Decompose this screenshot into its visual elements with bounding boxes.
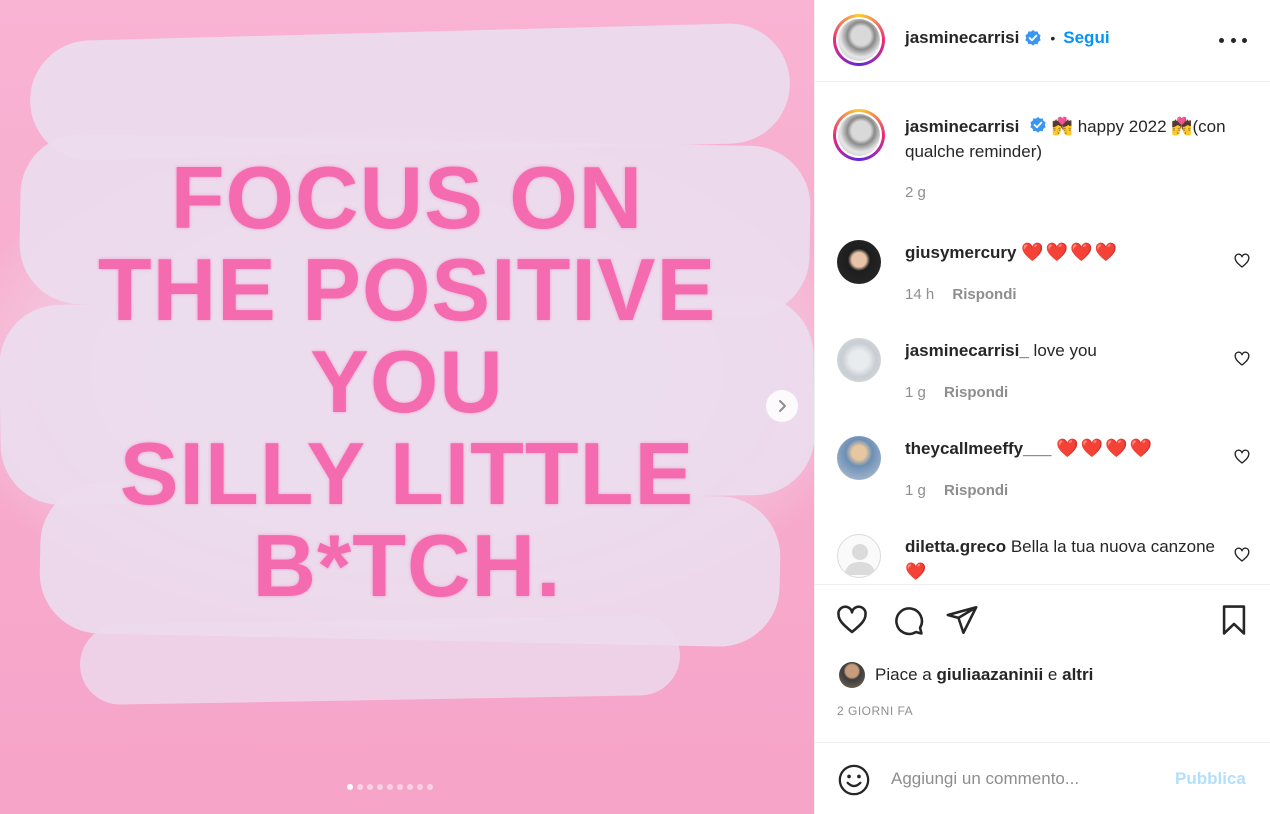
more-options-icon[interactable] (1219, 28, 1247, 52)
verified-badge-icon (1030, 117, 1046, 133)
header-user: jasminecarrisi • Segui (905, 28, 1110, 48)
comment-username[interactable]: giusymercury (905, 243, 1017, 262)
chevron-right-icon (779, 400, 786, 412)
carousel-dot (347, 784, 353, 790)
caption-text: jasminecarrisi 💏 happy 2022 💏(con qualch… (905, 114, 1255, 164)
carousel-dot (377, 784, 383, 790)
comment-item: jasminecarrisi_ love you 1 g Rispondi (815, 332, 1270, 430)
carousel-dot (427, 784, 433, 790)
share-paper-plane-icon[interactable] (945, 603, 979, 637)
heart-outline-icon[interactable] (1233, 350, 1251, 368)
verified-badge-icon (1025, 30, 1041, 46)
image-quote-text: FOCUS ON THE POSITIVE YOU SILLY LITTLE B… (0, 152, 814, 612)
comment-composer: Pubblica (815, 742, 1270, 814)
comment-username[interactable]: jasminecarrisi_ (905, 341, 1029, 360)
carousel-dot (397, 784, 403, 790)
heart-outline-icon[interactable] (1233, 546, 1251, 564)
quote-line: SILLY LITTLE (119, 424, 695, 523)
reply-button[interactable]: Rispondi (952, 286, 1016, 303)
avatar[interactable] (837, 240, 881, 284)
likes-others-link[interactable]: altri (1062, 665, 1093, 685)
separator-dot: • (1050, 30, 1056, 46)
comment-item: theycallmeeffy___ ❤️❤️❤️❤️ 1 g Rispondi (815, 430, 1270, 528)
post-date[interactable]: 2 GIORNI FA (837, 704, 913, 718)
comment-username[interactable]: theycallmeeffy___ (905, 439, 1051, 458)
avatar (838, 114, 880, 156)
likes-user[interactable]: giuliaazaninii (936, 665, 1043, 685)
comment-bubble-icon[interactable] (891, 603, 925, 637)
comments-list: giusymercury ❤️❤️❤️❤️ 14 h Rispondi jasm… (815, 230, 1270, 584)
carousel-dot (367, 784, 373, 790)
carousel-indicator (347, 784, 433, 790)
comment-item: giusymercury ❤️❤️❤️❤️ 14 h Rispondi (815, 234, 1270, 332)
comment-timestamp[interactable]: 14 h (905, 286, 934, 303)
quote-line: FOCUS ON (170, 148, 644, 247)
avatar (838, 19, 880, 61)
comment-username[interactable]: diletta.greco (905, 537, 1006, 556)
reply-button[interactable]: Rispondi (944, 384, 1008, 401)
follow-button[interactable]: Segui (1063, 28, 1109, 48)
likes-connector: e (1047, 665, 1058, 684)
author-avatar[interactable] (833, 14, 885, 66)
reply-button[interactable]: Rispondi (944, 482, 1008, 499)
post-side-panel: jasminecarrisi • Segui jasminecarrisi 💏 … (814, 0, 1270, 814)
heart-outline-icon[interactable] (1233, 252, 1251, 270)
caption-timestamp[interactable]: 2 g (905, 184, 926, 201)
caption-avatar[interactable] (833, 109, 885, 161)
comment-text: love you (1033, 341, 1097, 360)
publish-button[interactable]: Pubblica (1175, 769, 1246, 789)
default-avatar-icon (844, 544, 876, 575)
avatar[interactable] (837, 534, 881, 578)
post-header: jasminecarrisi • Segui (815, 0, 1270, 82)
comment-text: ❤️❤️❤️❤️ (1056, 438, 1154, 458)
bookmark-icon[interactable] (1217, 603, 1251, 637)
heart-outline-icon[interactable] (1233, 448, 1251, 466)
likes-summary: Piace a giuliaazaninii e altri (839, 662, 1093, 688)
comment-item: diletta.greco Bella la tua nuova canzone… (815, 528, 1270, 584)
quote-line: THE POSITIVE (97, 240, 717, 339)
emoji-icon[interactable] (837, 763, 871, 797)
carousel-dot (387, 784, 393, 790)
comment-timestamp[interactable]: 1 g (905, 482, 926, 499)
paint-stroke (79, 614, 681, 706)
carousel-dot (407, 784, 413, 790)
carousel-next-button[interactable] (766, 390, 798, 422)
comment-text: ❤️❤️❤️❤️ (1021, 242, 1119, 262)
carousel-dot (357, 784, 363, 790)
caption-username[interactable]: jasminecarrisi (905, 117, 1019, 136)
like-heart-icon[interactable] (835, 603, 869, 637)
post-actions-bar (815, 584, 1270, 660)
avatar[interactable] (837, 436, 881, 480)
author-username[interactable]: jasminecarrisi (905, 28, 1019, 48)
quote-line: YOU (310, 332, 504, 431)
likes-prefix: Piace a (875, 665, 932, 684)
carousel-dot (417, 784, 423, 790)
comment-timestamp[interactable]: 1 g (905, 384, 926, 401)
post-image[interactable]: FOCUS ON THE POSITIVE YOU SILLY LITTLE B… (0, 0, 814, 814)
avatar[interactable] (837, 338, 881, 382)
avatar[interactable] (839, 662, 865, 688)
comment-input[interactable] (891, 761, 1171, 797)
quote-line: B*TCH. (252, 516, 562, 615)
